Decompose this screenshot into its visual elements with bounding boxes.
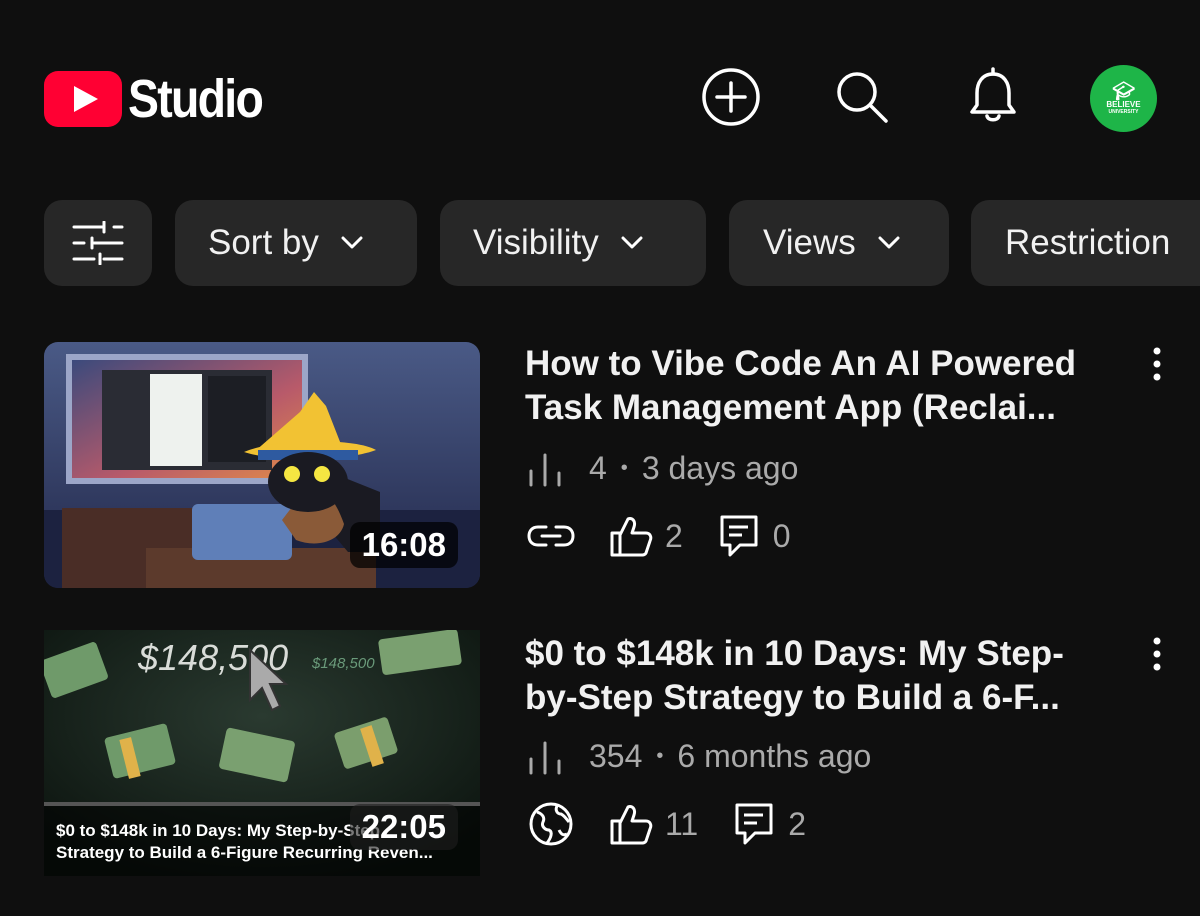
video-title-line-1: $0 to $148k in 10 Days: My Step-: [525, 634, 1064, 673]
video-thumbnail[interactable]: $148,500 $148,500 $0 to $148k in 10 Days…: [44, 630, 480, 876]
create-icon: [702, 68, 760, 126]
app-name: Studio: [128, 69, 264, 129]
sliders-icon: [72, 221, 124, 265]
graduation-cap-icon: 🎓︎: [1112, 80, 1135, 101]
video-stats: 2 0: [525, 510, 821, 562]
visibility-status[interactable]: [525, 798, 577, 850]
likes-count: 11: [665, 805, 699, 842]
studio-logo[interactable]: Studio: [44, 68, 284, 130]
app-header: Studio 🎓︎ BELIEVE UNIVERSITY: [0, 0, 1200, 190]
more-vertical-icon: [1153, 637, 1161, 671]
restriction-dropdown[interactable]: Restriction: [971, 200, 1200, 286]
avatar-text-primary: BELIEVE: [1106, 99, 1141, 109]
search-button[interactable]: [831, 66, 893, 128]
views-label: Views: [763, 223, 856, 262]
visibility-dropdown[interactable]: Visibility: [440, 200, 706, 286]
comment-icon: [735, 803, 773, 845]
comments-count: 2: [788, 805, 807, 842]
analytics-bars-icon: [529, 741, 561, 774]
video-duration: 16:08: [349, 522, 458, 568]
video-duration: 22:05: [349, 804, 458, 850]
video-title-line-1: How to Vibe Code An AI Powered: [525, 344, 1076, 383]
link-icon: [527, 525, 575, 547]
more-options-button[interactable]: [1140, 632, 1174, 676]
video-stats: 11 2: [525, 798, 836, 850]
visibility-label: Visibility: [473, 223, 599, 262]
likes-indicator: [605, 798, 657, 850]
search-icon: [837, 72, 888, 123]
more-options-button[interactable]: [1140, 342, 1174, 386]
comments-indicator: [713, 510, 765, 562]
avatar-text-secondary: UNIVERSITY: [1108, 108, 1139, 115]
avatar[interactable]: 🎓︎ BELIEVE UNIVERSITY: [1090, 65, 1157, 132]
views-dropdown[interactable]: Views: [729, 200, 949, 286]
comment-icon: [720, 515, 758, 557]
video-row[interactable]: 16:08 How to Vibe Code An AI Powered Tas…: [0, 342, 1200, 592]
video-title[interactable]: $0 to $148k in 10 Days: My Step- by-Step…: [525, 632, 1135, 720]
video-title-line-2: by-Step Strategy to Build a 6-F...: [525, 678, 1060, 717]
views-count: 4: [589, 450, 607, 486]
filter-settings-button[interactable]: [44, 200, 152, 286]
more-vertical-icon: [1153, 347, 1161, 381]
separator-dot: •: [620, 457, 628, 479]
video-row[interactable]: $148,500 $148,500 $0 to $148k in 10 Days…: [0, 630, 1200, 880]
comments-indicator: [728, 798, 780, 850]
thumbs-up-icon: [610, 805, 653, 845]
upload-age: 3 days ago: [641, 450, 799, 486]
restriction-label: Restriction: [1005, 223, 1171, 262]
video-meta: 354 • 6 months ago: [525, 738, 871, 775]
sort-by-dropdown[interactable]: Sort by: [175, 200, 417, 286]
separator-dot: •: [656, 745, 664, 767]
views-count: 354: [589, 738, 643, 774]
notifications-button[interactable]: [962, 66, 1024, 128]
chevron-down-icon: [341, 236, 363, 249]
video-title[interactable]: How to Vibe Code An AI Powered Task Mana…: [525, 342, 1135, 430]
chevron-down-icon: [878, 236, 900, 249]
filter-bar: Sort by Visibility Views Restriction: [44, 200, 1200, 288]
video-title-line-2: Task Management App (Reclai...: [525, 388, 1056, 427]
bell-icon: [970, 67, 1016, 122]
video-thumbnail[interactable]: 16:08: [44, 342, 480, 588]
upload-age: 6 months ago: [677, 738, 872, 774]
youtube-logo-icon: [44, 71, 122, 127]
sort-by-label: Sort by: [208, 223, 319, 262]
create-button[interactable]: [700, 66, 762, 128]
visibility-status[interactable]: [525, 510, 577, 562]
globe-icon: [529, 802, 573, 846]
chevron-down-icon: [621, 236, 643, 249]
likes-count: 2: [665, 517, 683, 554]
comments-count: 0: [772, 517, 791, 554]
likes-indicator: [605, 510, 657, 562]
video-meta: 4 • 3 days ago: [525, 450, 798, 487]
thumbnail-amount-small: $148,500: [311, 655, 375, 672]
thumbs-up-icon: [610, 517, 653, 557]
analytics-bars-icon: [529, 453, 561, 486]
